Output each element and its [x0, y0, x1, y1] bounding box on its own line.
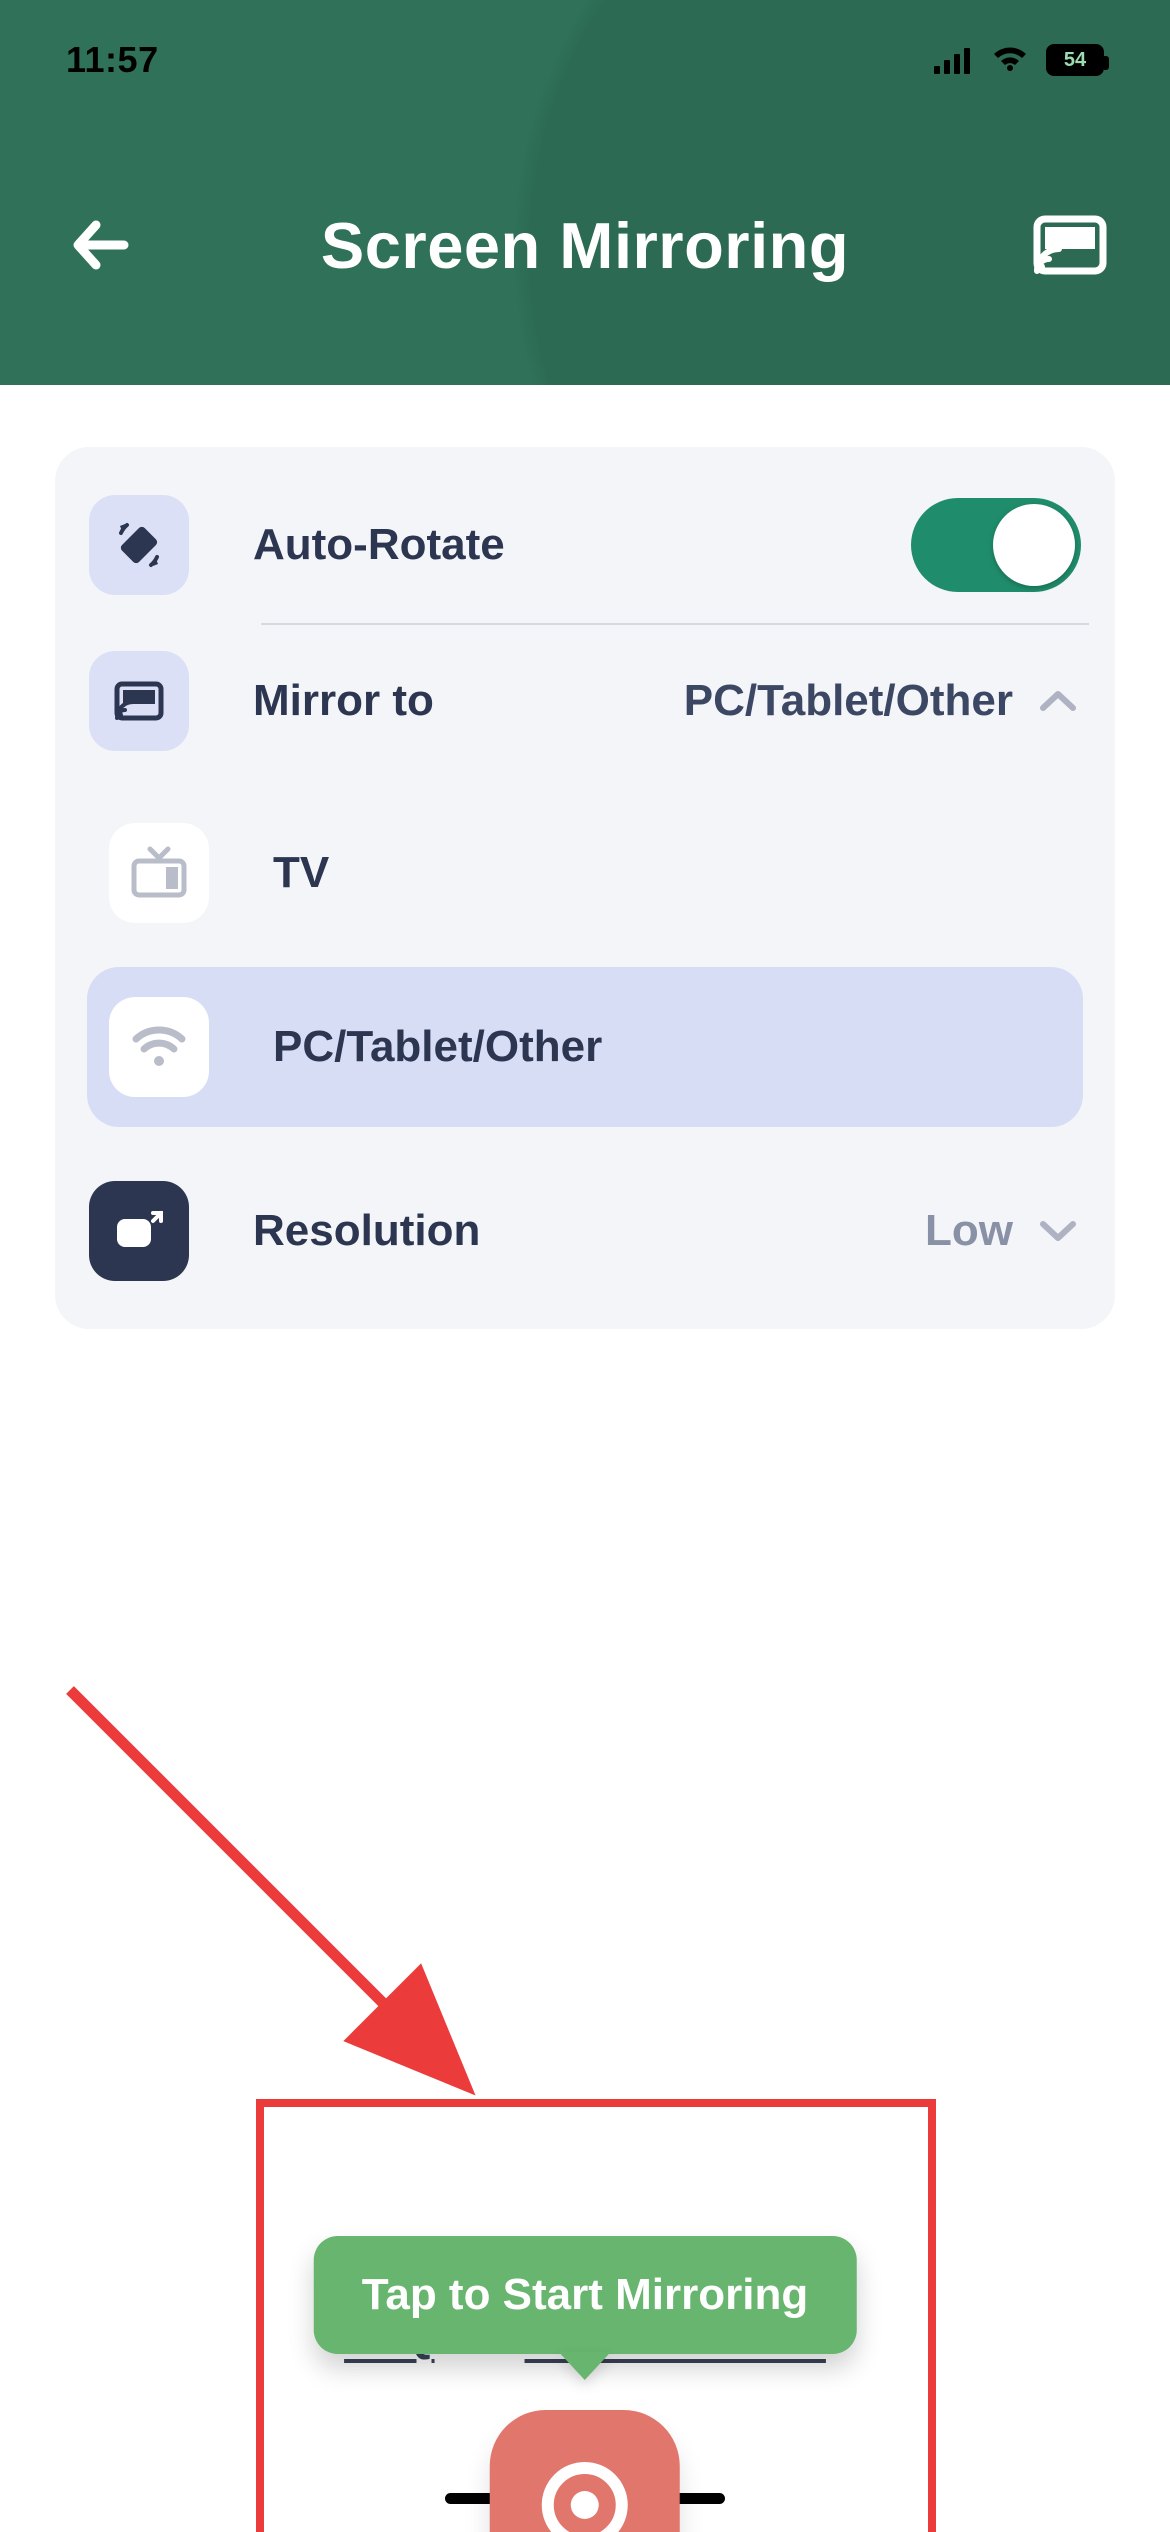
- mirror-target-options: TV PC/Tablet/Other: [81, 793, 1089, 1153]
- start-mirroring-button[interactable]: [490, 2410, 680, 2532]
- cellular-icon: [934, 46, 974, 74]
- mirror-to-icon: [89, 651, 189, 751]
- cast-button[interactable]: [1025, 200, 1115, 290]
- tv-icon: [109, 823, 209, 923]
- auto-rotate-row[interactable]: Auto-Rotate: [81, 467, 1089, 623]
- record-icon: [542, 2462, 628, 2532]
- mirror-to-label: Mirror to: [253, 676, 684, 726]
- mirror-to-row[interactable]: Mirror to PC/Tablet/Other: [81, 623, 1089, 779]
- nav-bar: Screen Mirroring: [0, 200, 1170, 290]
- chevron-down-icon: [1035, 1208, 1081, 1254]
- page-title: Screen Mirroring: [321, 208, 849, 283]
- mirror-option-tv-label: TV: [273, 848, 329, 898]
- main-sheet: Auto-Rotate Mirror to PC/Tablet/Other: [0, 385, 1170, 2532]
- mirror-to-value: PC/Tablet/Other: [684, 676, 1013, 726]
- resolution-value: Low: [925, 1206, 1013, 1256]
- status-indicators: 54: [934, 44, 1104, 76]
- battery-indicator: 54: [1046, 44, 1104, 76]
- start-mirroring-tooltip: Tap to Start Mirroring: [314, 2236, 857, 2354]
- auto-rotate-label: Auto-Rotate: [253, 520, 911, 570]
- cast-icon: [1033, 215, 1107, 275]
- status-bar: 11:57 54: [0, 0, 1170, 120]
- resolution-row[interactable]: Resolution Low: [81, 1153, 1089, 1309]
- wifi-icon: [990, 45, 1030, 75]
- mirror-option-pc-label: PC/Tablet/Other: [273, 1022, 602, 1072]
- auto-rotate-toggle[interactable]: [911, 498, 1081, 592]
- mirror-option-tv[interactable]: TV: [87, 793, 1083, 953]
- auto-rotate-icon: [89, 495, 189, 595]
- resolution-icon: [89, 1181, 189, 1281]
- arrow-left-icon: [66, 211, 134, 279]
- back-button[interactable]: [55, 200, 145, 290]
- resolution-label: Resolution: [253, 1206, 925, 1256]
- chevron-up-icon: [1035, 678, 1081, 724]
- settings-card: Auto-Rotate Mirror to PC/Tablet/Other: [55, 447, 1115, 1329]
- mirror-option-pc[interactable]: PC/Tablet/Other: [87, 967, 1083, 1127]
- app-header: 11:57 54 Screen Mirroring: [0, 0, 1170, 385]
- wifi-device-icon: [109, 997, 209, 1097]
- status-time: 11:57: [66, 39, 159, 81]
